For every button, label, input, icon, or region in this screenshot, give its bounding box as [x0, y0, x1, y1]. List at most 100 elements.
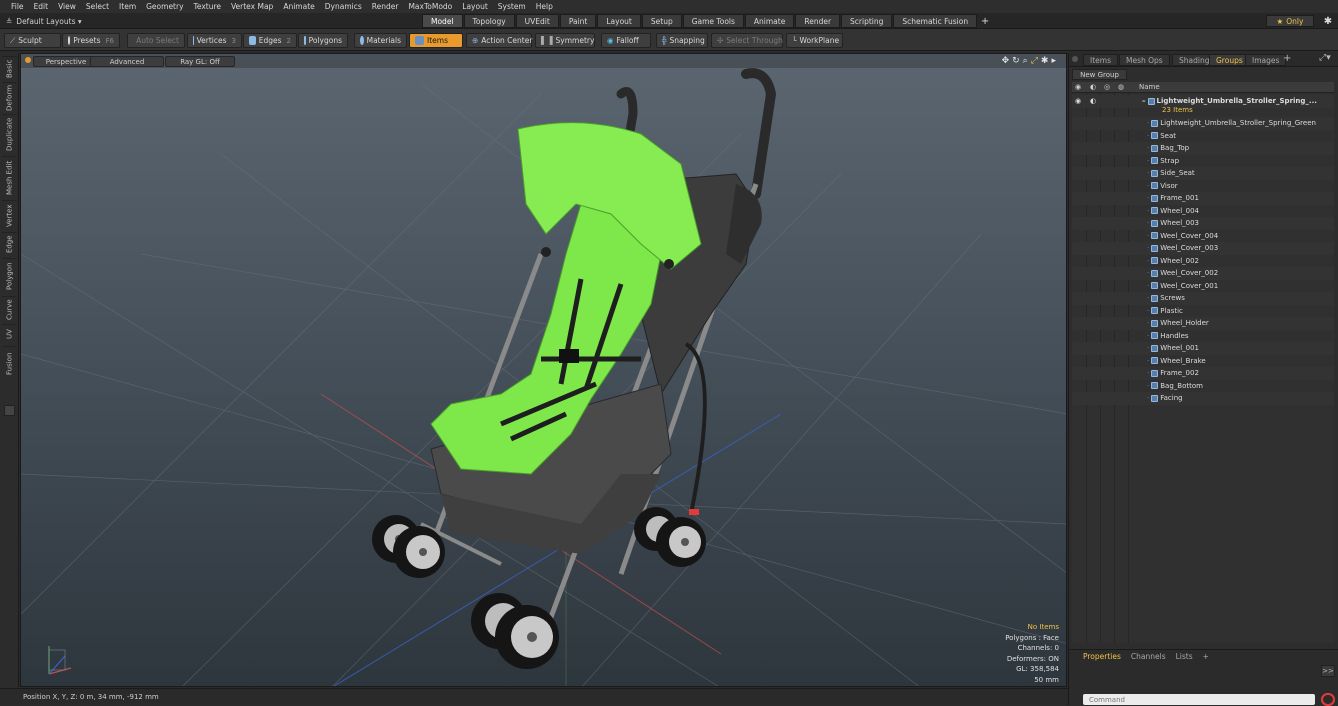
panel-menu-icon[interactable] — [1072, 56, 1078, 62]
falloff-button[interactable]: ◉ Falloff — [601, 33, 651, 48]
add-tab-icon[interactable]: + — [1203, 652, 1209, 661]
settings-icon[interactable]: ✱ — [1041, 56, 1049, 66]
tab-items[interactable]: Items — [1083, 54, 1118, 66]
tab-fusion[interactable]: Fusion — [2, 346, 17, 380]
list-item[interactable]: ·Wheel_001 — [1072, 342, 1334, 355]
menu-edit[interactable]: Edit — [29, 2, 54, 11]
auto-select-button[interactable]: Auto Select — [127, 33, 185, 48]
tab-schematic-fusion[interactable]: Schematic Fusion — [893, 14, 977, 28]
snapping-button[interactable]: ╬ Snapping — [656, 33, 708, 48]
edges-button[interactable]: Edges 2 — [243, 33, 297, 48]
menu-texture[interactable]: Texture — [189, 2, 226, 11]
list-item[interactable]: ·Wheel_004 — [1072, 205, 1334, 218]
menu-vertex-map[interactable]: Vertex Map — [226, 2, 278, 11]
stroller-model[interactable] — [372, 73, 771, 669]
rotate-icon[interactable]: ↻ — [1012, 56, 1020, 66]
new-group-button[interactable]: New Group — [1072, 69, 1127, 80]
tab-duplicate[interactable]: Duplicate — [2, 114, 17, 154]
tab-setup[interactable]: Setup — [642, 14, 682, 28]
list-item[interactable]: ·Wheel_003 — [1072, 217, 1334, 230]
items-button[interactable]: Items — [409, 33, 463, 48]
list-item[interactable]: ·Bag_Bottom — [1072, 380, 1334, 393]
command-input[interactable]: Command — [1083, 694, 1315, 705]
tab-polygon[interactable]: Polygon — [2, 258, 17, 294]
visibility-eye-icon[interactable]: ◉ — [1075, 83, 1081, 91]
polygons-button[interactable]: Polygons — [298, 33, 348, 48]
tab-images[interactable]: Images — [1245, 54, 1286, 66]
tab-scripting[interactable]: Scripting — [841, 14, 892, 28]
select-icon[interactable]: ◍ — [1118, 83, 1124, 91]
menu-dynamics[interactable]: Dynamics — [320, 2, 367, 11]
list-item[interactable]: ·Weel_Cover_004 — [1072, 230, 1334, 243]
menu-file[interactable]: File — [6, 2, 29, 11]
tab-uv[interactable]: UV — [2, 324, 17, 344]
tab-layout[interactable]: Layout — [597, 14, 641, 28]
tab-render[interactable]: Render — [795, 14, 840, 28]
menu-system[interactable]: System — [493, 2, 531, 11]
expand-icon[interactable]: ▸ — [1051, 56, 1056, 66]
menu-layout[interactable]: Layout — [457, 2, 493, 11]
list-item[interactable]: ·Facing — [1072, 392, 1334, 405]
list-item[interactable]: ·Seat — [1072, 130, 1334, 143]
raygl-toggle[interactable]: Ray GL: Off — [165, 56, 235, 67]
materials-button[interactable]: Materials — [354, 33, 407, 48]
menu-item[interactable]: Item — [114, 2, 141, 11]
tab-mesh-edit[interactable]: Mesh Edit — [2, 156, 17, 198]
list-item[interactable]: ·Frame_001 — [1072, 192, 1334, 205]
add-tab-icon[interactable]: + — [1283, 53, 1291, 64]
viewport-menu-icon[interactable] — [25, 57, 31, 63]
list-item[interactable]: ·Lightweight_Umbrella_Stroller_Spring_Gr… — [1072, 117, 1334, 130]
lock-icon[interactable]: ◎ — [1104, 83, 1110, 91]
tab-mesh-ops[interactable]: Mesh Ops — [1119, 54, 1170, 66]
list-item[interactable]: ·Screws — [1072, 292, 1334, 305]
list-item[interactable]: ·Weel_Cover_002 — [1072, 267, 1334, 280]
record-icon[interactable] — [1321, 693, 1335, 706]
menu-render[interactable]: Render — [367, 2, 404, 11]
add-tab-icon[interactable]: + — [978, 14, 992, 28]
tab-edge[interactable]: Edge — [2, 232, 17, 256]
tab-model[interactable]: Model — [422, 14, 463, 28]
forward-button[interactable]: >> — [1321, 665, 1335, 677]
select-through-button[interactable]: ✣ Select Through — [711, 33, 783, 48]
expand-icon[interactable]: ⤢▾ — [1319, 53, 1331, 63]
tab-lists[interactable]: Lists — [1176, 652, 1193, 661]
list-item[interactable]: ·Visor — [1072, 180, 1334, 193]
tab-uvedit[interactable]: UVEdit — [516, 14, 559, 28]
vertices-button[interactable]: Vertices 3 — [187, 33, 242, 48]
list-item[interactable]: ·Wheel_Holder — [1072, 317, 1334, 330]
tab-groups[interactable]: Groups — [1209, 54, 1250, 66]
tab-properties[interactable]: Properties — [1083, 652, 1121, 661]
menu-view[interactable]: View — [53, 2, 81, 11]
tab-topology[interactable]: Topology — [464, 14, 515, 28]
presets-button[interactable]: Presets F6 — [62, 33, 120, 48]
action-center-button[interactable]: ⊕ Action Center — [466, 33, 532, 48]
symmetry-button[interactable]: ▌▐ Symmetry — [535, 33, 595, 48]
layout-selector[interactable]: ≜ Default Layouts ▾ — [6, 15, 82, 27]
list-item[interactable]: ·Handles — [1072, 330, 1334, 343]
tab-curve[interactable]: Curve — [2, 296, 17, 322]
tab-game-tools[interactable]: Game Tools — [683, 14, 744, 28]
list-item[interactable]: ·Wheel_002 — [1072, 255, 1334, 268]
menu-geometry[interactable]: Geometry — [141, 2, 188, 11]
list-item[interactable]: ·Side_Seat — [1072, 167, 1334, 180]
gear-icon[interactable]: ✱ — [1320, 14, 1336, 28]
render-icon[interactable]: ◐ — [1090, 83, 1096, 91]
tab-basic[interactable]: Basic — [2, 56, 17, 80]
panel-toggle-icon[interactable] — [4, 405, 15, 416]
list-item[interactable]: ·Plastic — [1072, 305, 1334, 318]
menu-animate[interactable]: Animate — [278, 2, 319, 11]
list-item[interactable]: ·Strap — [1072, 155, 1334, 168]
zoom-icon[interactable]: ⌕ — [1023, 56, 1028, 66]
sculpt-button[interactable]: ⟋ Sculpt — [4, 33, 61, 48]
shading-dropdown[interactable]: Advanced — [90, 56, 164, 67]
list-item[interactable]: ·Wheel_Brake — [1072, 355, 1334, 368]
menu-maxtomodo[interactable]: MaxToModo — [403, 2, 457, 11]
scene-canvas[interactable] — [21, 54, 1067, 687]
only-button[interactable]: ★ Only — [1266, 15, 1314, 27]
list-item[interactable]: ·Bag_Top — [1072, 142, 1334, 155]
menu-help[interactable]: Help — [531, 2, 558, 11]
menu-select[interactable]: Select — [81, 2, 114, 11]
list-item[interactable]: ·Weel_Cover_003 — [1072, 242, 1334, 255]
list-item[interactable]: ·Weel_Cover_001 — [1072, 280, 1334, 293]
3d-viewport[interactable]: Perspective Advanced Ray GL: Off ✥ ↻ ⌕ ⤢… — [20, 53, 1067, 687]
